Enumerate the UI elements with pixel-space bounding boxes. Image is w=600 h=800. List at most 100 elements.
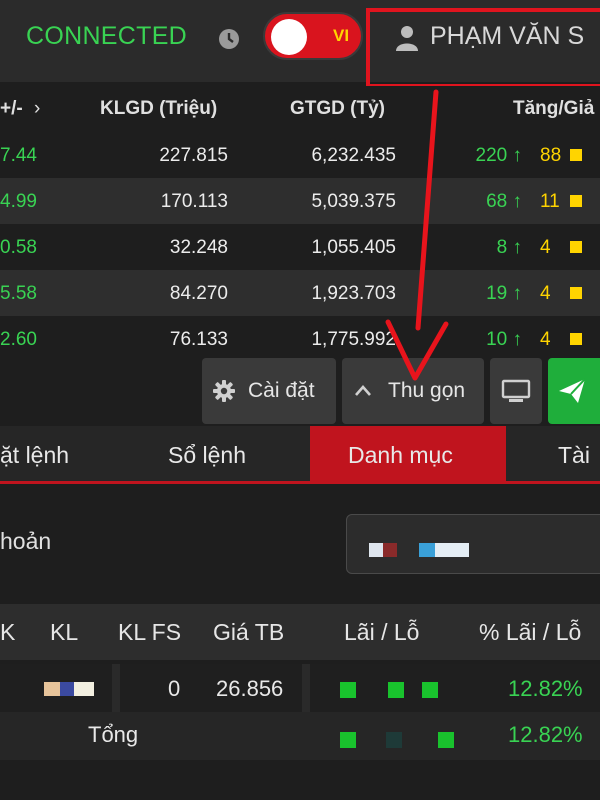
market-row[interactable]: 7.44 227.815 6,232.435 220 ↑ 88 bbox=[0, 132, 600, 178]
change-value: 2.60 bbox=[0, 329, 37, 350]
unchanged-count: 4 bbox=[540, 329, 551, 350]
col-k: K bbox=[0, 619, 16, 645]
change-value: 4.99 bbox=[0, 191, 37, 212]
clock-icon[interactable] bbox=[216, 26, 242, 52]
tab-label: Tài bbox=[558, 442, 590, 468]
cell-separator bbox=[302, 664, 310, 712]
tab-label: Sổ lệnh bbox=[168, 442, 247, 468]
col-avg-price: Giá TB bbox=[213, 619, 285, 645]
col-gtgd: GTGD (Tỷ) bbox=[290, 98, 385, 119]
unchanged-square-icon bbox=[570, 241, 582, 253]
col-updown: Tăng/Giả bbox=[513, 98, 595, 119]
tab-label: ặt lệnh bbox=[0, 442, 70, 468]
portfolio-total-row: Tổng 12.82% bbox=[0, 712, 600, 760]
gtgd-value: 1,055.405 bbox=[311, 237, 396, 258]
cell-separator bbox=[112, 664, 120, 712]
col-profit-loss-pct: % Lãi / Lỗ bbox=[479, 619, 582, 645]
market-row[interactable]: 4.99 170.113 5,039.375 68 ↑ 11 bbox=[0, 178, 600, 224]
redacted-block bbox=[74, 682, 94, 696]
redacted-block bbox=[438, 732, 454, 748]
redacted-block bbox=[435, 543, 469, 557]
total-label: Tổng bbox=[88, 722, 139, 747]
user-name[interactable]: PHẠM VĂN S bbox=[430, 22, 584, 51]
col-kl: KL bbox=[50, 619, 79, 645]
tab-order-book[interactable]: Sổ lệnh bbox=[150, 426, 310, 484]
unchanged-count: 11 bbox=[540, 191, 560, 212]
collapse-button[interactable]: Thu gọn bbox=[342, 358, 484, 424]
market-row[interactable]: 0.58 32.248 1,055.405 8 ↑ 4 bbox=[0, 224, 600, 270]
redacted-block bbox=[383, 543, 397, 557]
redacted-block bbox=[340, 682, 356, 698]
tab-portfolio[interactable]: Danh mục bbox=[310, 426, 506, 484]
settings-label: Cài đặt bbox=[248, 379, 315, 402]
klgd-value: 170.113 bbox=[160, 191, 228, 212]
col-klfs: KL FS bbox=[118, 619, 182, 645]
account-select[interactable] bbox=[346, 514, 600, 574]
language-toggle[interactable]: VI bbox=[263, 12, 363, 60]
top-bar: CONNECTED VI PHẠM VĂN S bbox=[0, 0, 600, 88]
klfs-value: 0 bbox=[168, 676, 181, 701]
bottom-area bbox=[0, 760, 600, 800]
gear-icon bbox=[213, 380, 235, 402]
collapse-label: Thu gọn bbox=[388, 379, 466, 402]
tab-bar: ặt lệnh Sổ lệnh Danh mục Tài bbox=[0, 426, 600, 484]
unchanged-square-icon bbox=[570, 149, 582, 161]
gtgd-value: 1,775.992 bbox=[311, 329, 396, 350]
tab-place-order[interactable]: ặt lệnh bbox=[0, 426, 150, 484]
redacted-block bbox=[340, 732, 356, 748]
market-table-header: +/- › KLGD (Triệu) GTGD (Tỷ) Tăng/Giả bbox=[0, 86, 600, 130]
col-change: +/- bbox=[0, 98, 23, 119]
unchanged-count: 88 bbox=[540, 145, 562, 166]
change-value: 7.44 bbox=[0, 145, 37, 166]
unchanged-square-icon bbox=[570, 287, 582, 299]
gtgd-value: 6,232.435 bbox=[311, 145, 396, 166]
tab-asset[interactable]: Tài bbox=[506, 426, 600, 484]
unchanged-count: 4 bbox=[540, 283, 551, 304]
settings-button[interactable]: Cài đặt bbox=[202, 358, 336, 424]
portfolio-row[interactable]: 0 26.856 12.82% bbox=[0, 664, 600, 712]
language-label: VI bbox=[333, 26, 350, 45]
portfolio-table-header: K KL KL FS Giá TB Lãi / Lỗ % Lãi / Lỗ bbox=[0, 604, 600, 660]
redacted-block bbox=[44, 682, 60, 696]
advance-count: 8 ↑ bbox=[496, 237, 522, 258]
advance-count: 68 ↑ bbox=[486, 191, 522, 212]
klgd-value: 84.270 bbox=[169, 283, 228, 304]
redacted-block bbox=[388, 682, 404, 698]
connection-status: CONNECTED bbox=[26, 22, 188, 50]
monitor-button[interactable] bbox=[490, 358, 542, 424]
avg-price-value: 26.856 bbox=[216, 676, 284, 701]
toggle-knob bbox=[271, 19, 307, 55]
chevron-right-icon[interactable]: › bbox=[34, 98, 40, 120]
send-order-button[interactable] bbox=[548, 358, 600, 424]
col-profit-loss: Lãi / Lỗ bbox=[344, 619, 420, 645]
total-profit-loss-pct: 12.82% bbox=[508, 722, 583, 747]
user-icon bbox=[396, 26, 418, 51]
change-value: 0.58 bbox=[0, 237, 37, 258]
klgd-value: 76.133 bbox=[169, 329, 228, 350]
account-label: hoản bbox=[0, 528, 52, 554]
unchanged-square-icon bbox=[570, 195, 582, 207]
change-value: 5.58 bbox=[0, 283, 37, 304]
redacted-block bbox=[60, 682, 74, 696]
redacted-block bbox=[369, 543, 383, 557]
klgd-value: 227.815 bbox=[159, 145, 228, 166]
monitor-icon bbox=[501, 379, 531, 402]
redacted-block bbox=[419, 543, 435, 557]
advance-count: 10 ↑ bbox=[486, 329, 522, 350]
market-row[interactable]: 2.60 76.133 1,775.992 10 ↑ 4 bbox=[0, 316, 600, 362]
tab-label: Danh mục bbox=[348, 442, 453, 468]
advance-count: 220 ↑ bbox=[475, 145, 522, 166]
market-row[interactable]: 5.58 84.270 1,923.703 19 ↑ 4 bbox=[0, 270, 600, 316]
chevron-up-icon bbox=[355, 385, 371, 396]
gtgd-value: 5,039.375 bbox=[311, 191, 396, 212]
col-klgd: KLGD (Triệu) bbox=[100, 98, 218, 119]
unchanged-square-icon bbox=[570, 333, 582, 345]
advance-count: 19 ↑ bbox=[486, 283, 522, 304]
redacted-block bbox=[422, 682, 438, 698]
paper-plane-icon bbox=[559, 378, 586, 403]
redacted-block bbox=[386, 732, 402, 748]
klgd-value: 32.248 bbox=[169, 237, 228, 258]
profit-loss-pct-value: 12.82% bbox=[508, 676, 583, 701]
unchanged-count: 4 bbox=[540, 237, 551, 258]
gtgd-value: 1,923.703 bbox=[311, 283, 396, 304]
